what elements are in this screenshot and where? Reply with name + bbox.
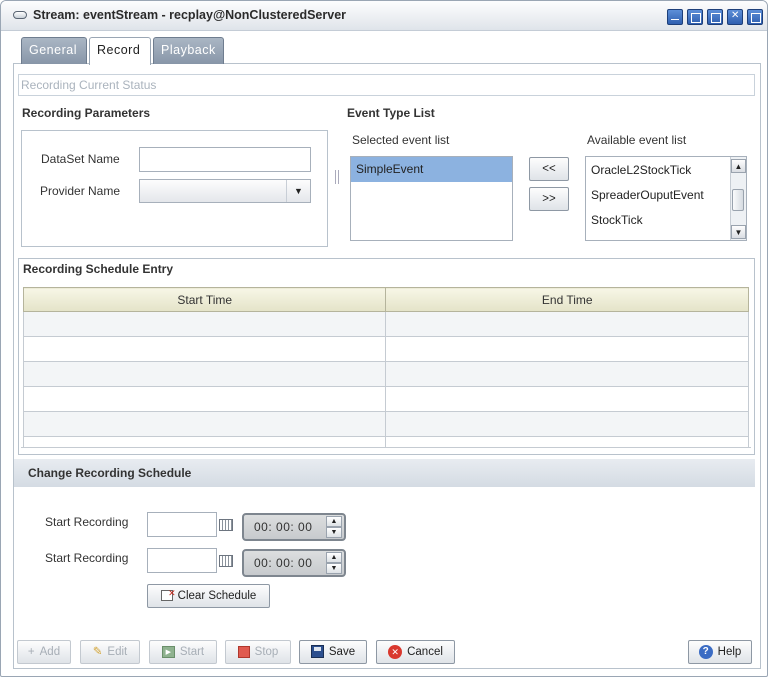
- restore-icon[interactable]: [707, 9, 723, 25]
- tab-general[interactable]: General: [21, 37, 87, 64]
- dataset-name-input[interactable]: [139, 147, 311, 172]
- table-row[interactable]: [22, 361, 749, 387]
- start-date-input[interactable]: [147, 548, 217, 573]
- tab-playback[interactable]: Playback: [153, 37, 224, 64]
- cancel-icon: ✕: [388, 644, 403, 659]
- selected-event-list[interactable]: SimpleEvent: [350, 156, 513, 241]
- schedule-table: Start Time End Time: [22, 287, 749, 447]
- dropdown-arrow-icon[interactable]: ▼: [286, 180, 310, 202]
- table-cell[interactable]: [385, 411, 749, 437]
- cancel-label: Cancel: [407, 646, 443, 658]
- table-cell[interactable]: [22, 436, 387, 447]
- table-cell[interactable]: [22, 411, 387, 437]
- plus-icon: +: [27, 646, 35, 658]
- available-event-list-label: Available event list: [587, 133, 687, 147]
- list-item[interactable]: OracleL2StockTick: [586, 158, 746, 183]
- menu-icon[interactable]: [747, 9, 763, 25]
- table-cell[interactable]: [385, 336, 749, 362]
- table-cell[interactable]: [385, 311, 749, 337]
- stop-icon: [237, 645, 250, 658]
- table-row[interactable]: [22, 436, 749, 447]
- schedule-title: Recording Schedule Entry: [23, 262, 174, 276]
- start-label: Start: [179, 646, 205, 658]
- start-time-spinner[interactable]: 00: 00: 00 ▲ ▼: [242, 513, 346, 541]
- table-cell[interactable]: [385, 386, 749, 412]
- spin-up-icon[interactable]: ▲: [326, 552, 342, 563]
- recording-parameters-title: Recording Parameters: [22, 106, 151, 120]
- time-stepper[interactable]: ▲ ▼: [326, 516, 342, 538]
- tab-record[interactable]: Record: [89, 37, 151, 65]
- spin-down-icon[interactable]: ▼: [326, 527, 342, 538]
- edit-button[interactable]: ✎ Edit: [80, 640, 140, 664]
- event-type-list-title: Event Type List: [347, 106, 435, 120]
- stop-label: Stop: [254, 646, 279, 658]
- column-header-end-time[interactable]: End Time: [385, 287, 749, 312]
- help-icon: ?: [698, 644, 713, 659]
- spin-down-icon[interactable]: ▼: [326, 563, 342, 574]
- start-time-value[interactable]: 00: 00: 00: [254, 556, 312, 570]
- list-item[interactable]: SpreaderOuputEvent: [586, 183, 746, 208]
- table-cell[interactable]: [385, 361, 749, 387]
- table-cell[interactable]: [22, 311, 387, 337]
- scroll-up-icon[interactable]: ▲: [731, 159, 746, 173]
- scroll-down-icon[interactable]: ▼: [731, 225, 746, 239]
- recording-status: Recording Current Status: [18, 74, 755, 96]
- available-event-list[interactable]: OracleL2StockTick SpreaderOuputEvent Sto…: [585, 156, 747, 241]
- edit-label: Edit: [107, 646, 128, 659]
- stream-window: Stream: eventStream - recplay@NonCluster…: [0, 0, 768, 677]
- pencil-icon: ✎: [92, 646, 103, 658]
- save-button[interactable]: Save: [299, 640, 367, 664]
- table-cell[interactable]: [22, 386, 387, 412]
- list-item[interactable]: StockTick: [586, 208, 746, 233]
- splitter-handle[interactable]: [335, 170, 339, 184]
- spin-up-icon[interactable]: ▲: [326, 516, 342, 527]
- start-date-input[interactable]: [147, 512, 217, 537]
- table-row[interactable]: [22, 311, 749, 337]
- table-row[interactable]: [22, 386, 749, 412]
- start-recording-label: Start Recording: [45, 551, 129, 565]
- list-item[interactable]: SimpleEvent: [351, 157, 512, 182]
- window-title: Stream: eventStream - recplay@NonCluster…: [33, 8, 347, 22]
- scroll-thumb[interactable]: [732, 189, 744, 211]
- clear-calendar-icon: ✕: [160, 588, 176, 602]
- table-cell[interactable]: [385, 436, 749, 447]
- table-row[interactable]: [22, 411, 749, 437]
- cancel-button[interactable]: ✕ Cancel: [376, 640, 455, 664]
- start-time-value[interactable]: 00: 00: 00: [254, 520, 312, 534]
- table-cell[interactable]: [22, 336, 387, 362]
- calendar-icon[interactable]: [219, 519, 233, 531]
- maximize-icon[interactable]: [687, 9, 703, 25]
- provider-name-select[interactable]: ▼: [139, 179, 311, 203]
- window-icon: [13, 11, 27, 19]
- close-icon[interactable]: [727, 9, 743, 25]
- add-button[interactable]: + Add: [17, 640, 71, 664]
- time-stepper[interactable]: ▲ ▼: [326, 552, 342, 574]
- start-button[interactable]: ▶ Start: [149, 640, 217, 664]
- save-label: Save: [328, 646, 356, 658]
- start-time-spinner[interactable]: 00: 00: 00 ▲ ▼: [242, 549, 346, 577]
- clear-schedule-label: Clear Schedule: [177, 590, 257, 602]
- floppy-disk-icon: [310, 645, 324, 659]
- move-right-button[interactable]: >>: [529, 187, 569, 211]
- vertical-scrollbar[interactable]: ▲ ▼: [730, 157, 746, 240]
- help-label: Help: [717, 646, 742, 658]
- selected-event-list-label: Selected event list: [352, 133, 450, 147]
- calendar-icon[interactable]: [219, 555, 233, 567]
- move-left-button[interactable]: <<: [529, 157, 569, 181]
- minimize-icon[interactable]: [667, 9, 683, 25]
- table-cell[interactable]: [22, 361, 387, 387]
- provider-name-label: Provider Name: [40, 184, 121, 198]
- play-icon: ▶: [161, 645, 175, 658]
- dataset-name-label: DataSet Name: [41, 152, 120, 166]
- stop-button[interactable]: Stop: [225, 640, 291, 664]
- change-schedule-header: Change Recording Schedule: [14, 459, 755, 487]
- column-header-start-time[interactable]: Start Time: [22, 287, 387, 312]
- title-bar[interactable]: Stream: eventStream - recplay@NonCluster…: [1, 1, 767, 31]
- help-button[interactable]: ? Help: [688, 640, 752, 664]
- clear-schedule-button[interactable]: ✕ Clear Schedule: [147, 584, 270, 608]
- start-recording-label: Start Recording: [45, 515, 129, 529]
- table-row[interactable]: [22, 336, 749, 362]
- schedule-table-wrapper: Start Time End Time: [21, 285, 751, 448]
- add-label: Add: [39, 646, 61, 659]
